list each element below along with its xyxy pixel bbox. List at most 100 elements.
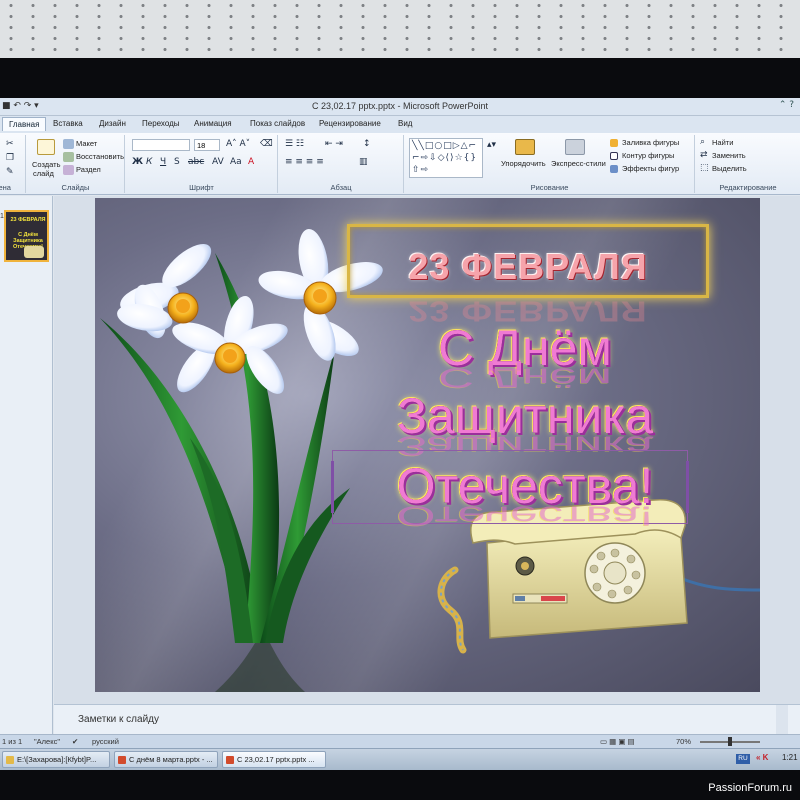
status-bar: 1 из 1 "Алекс" ✔ русский ▭ ▦ ▣ ▤ 70% — [0, 734, 800, 748]
greeting-line-3-reflection: Отечества! — [396, 500, 654, 532]
font-name-field[interactable] — [132, 139, 190, 151]
notes-placeholder: Заметки к слайду — [78, 714, 159, 725]
section-button[interactable]: Раздел — [76, 165, 101, 174]
columns-icon[interactable]: ▥ — [359, 157, 368, 167]
spacing-icon[interactable]: AV — [212, 157, 224, 167]
tab-insert[interactable]: Вставка — [53, 119, 83, 128]
tab-view[interactable]: Вид — [398, 119, 412, 128]
ribbon-tabs: Главная Вставка Дизайн Переходы Анимация… — [0, 116, 800, 133]
case-icon[interactable]: Aa — [230, 157, 242, 167]
find-icon: ⌕ — [700, 137, 706, 147]
clear-format-icon[interactable]: ⌫ — [260, 139, 273, 149]
notes-scrollbar[interactable] — [776, 705, 788, 735]
group-slides: Создать слайд Макет Восстановить Раздел … — [27, 135, 125, 193]
taskbar-item-label: E:\[Захарова]:[Кfybt]P... — [17, 755, 97, 764]
bullets-icon[interactable]: ☰ ☷ — [285, 139, 304, 149]
group-editing: ⌕ Найти ⇄ Заменить ⬚ Выделить Редактиров… — [696, 135, 800, 193]
layout-button[interactable]: Макет — [76, 139, 97, 148]
group-clipboard: ✂ ❐ ✎ Буфер обмена — [0, 135, 26, 193]
tab-transitions[interactable]: Переходы — [142, 119, 180, 128]
bold-icon[interactable]: Ж — [132, 157, 143, 167]
font-color-icon[interactable]: A — [248, 157, 254, 167]
powerpoint-icon — [226, 756, 234, 764]
copy-icon[interactable]: ❐ — [6, 153, 14, 163]
group-paragraph: ☰ ☷ ⇤ ⇥ ↕ ≡ ≡ ≡ ≡ ▥ Абзац — [279, 135, 404, 193]
find-button[interactable]: Найти — [712, 138, 733, 147]
gallery-scroll-icon[interactable]: ▴▾ — [487, 140, 496, 150]
slides-pane: 1 23 ФЕВРАЛЯ С Днём Защитника Отечества! — [0, 196, 53, 736]
font-size-field[interactable]: 18 — [194, 139, 220, 151]
tab-animation[interactable]: Анимация — [194, 119, 232, 128]
notes-pane[interactable]: Заметки к слайду — [54, 704, 800, 735]
layout-icon — [63, 139, 74, 149]
group-label-font: Шрифт — [189, 183, 214, 192]
underline-icon[interactable]: Ч — [160, 157, 166, 167]
align-icons[interactable]: ≡ ≡ ≡ ≡ — [285, 157, 324, 167]
status-zoom[interactable]: 70% — [676, 737, 691, 746]
resize-handle-left[interactable] — [331, 461, 334, 513]
new-slide-icon[interactable] — [37, 139, 55, 155]
view-buttons[interactable]: ▭ ▦ ▣ ▤ — [600, 737, 635, 746]
folder-icon — [6, 756, 14, 764]
arrange-button[interactable]: Упорядочить — [501, 159, 546, 168]
italic-icon[interactable]: К — [146, 157, 152, 167]
reset-button[interactable]: Восстановить — [76, 152, 124, 161]
tab-home[interactable]: Главная — [2, 117, 47, 131]
slide-canvas[interactable]: 23 ФЕВРАЛЯ 23 ФЕВРАЛЯ С Днём С Днём Защи… — [95, 198, 760, 692]
tab-slideshow[interactable]: Показ слайдов — [250, 119, 305, 128]
select-icon: ⬚ — [700, 163, 709, 173]
group-drawing: ╲╲□○□▷△⌐⌐⇨⇩◇⟨⟩☆{}⇧⇨ ▴▾ Упорядочить Экспр… — [405, 135, 695, 193]
group-label-editing: Редактирование — [719, 183, 777, 192]
effects-icon — [610, 165, 618, 173]
indent-icon[interactable]: ⇤ ⇥ — [325, 139, 343, 149]
status-slide-count: 1 из 1 — [2, 737, 23, 746]
title-bar: ■ ↶ ↷ ▾ С 23,02.17 pptx.pptx - Microsoft… — [0, 98, 800, 116]
grow-font-icon[interactable]: A˄ A˅ — [226, 139, 250, 149]
taskbar-item-label: С 23,02.17 pptx.pptx ... — [237, 755, 315, 764]
new-slide-label-2[interactable]: слайд — [33, 169, 54, 178]
group-label-clipboard: Буфер обмена — [0, 183, 11, 192]
format-painter-icon[interactable]: ✎ — [6, 167, 14, 177]
tray-icons[interactable]: « K — [756, 753, 768, 762]
replace-icon: ⇄ — [700, 150, 708, 160]
slide-thumbnail[interactable]: 23 ФЕВРАЛЯ С Днём Защитника Отечества! — [4, 210, 49, 262]
resize-handle-right[interactable] — [686, 461, 689, 513]
clock[interactable]: 1:21 — [782, 753, 798, 762]
powerpoint-icon — [118, 756, 126, 764]
group-font: 18 A˄ A˅ ⌫ Ж К Ч S abc AV Aa A Шрифт — [126, 135, 278, 193]
taskbar-item-feb23[interactable]: С 23,02.17 pptx.pptx ... — [222, 751, 326, 768]
taskbar-item-march8[interactable]: С днём 8 марта.pptx - ... — [114, 751, 218, 768]
spellcheck-icon[interactable]: ✔ — [72, 737, 78, 746]
zoom-slider-thumb[interactable] — [728, 737, 732, 746]
shadow-icon[interactable]: S — [174, 157, 180, 167]
ribbon: ✂ ❐ ✎ Буфер обмена Создать слайд Макет В… — [0, 133, 800, 195]
slide-date-text[interactable]: 23 ФЕВРАЛЯ — [347, 246, 709, 288]
line-spacing-icon[interactable]: ↕ — [363, 139, 371, 149]
strike-icon[interactable]: abc — [188, 157, 204, 167]
tab-review[interactable]: Рецензирование — [319, 119, 381, 128]
shape-effects-button[interactable]: Эффекты фигур — [622, 164, 679, 173]
status-language[interactable]: русский — [92, 737, 119, 746]
taskbar-item-label: С днём 8 марта.pptx - ... — [129, 755, 213, 764]
wall-background — [0, 0, 800, 58]
thumbnail-phone — [24, 246, 44, 258]
shapes-gallery[interactable]: ╲╲□○□▷△⌐⌐⇨⇩◇⟨⟩☆{}⇧⇨ — [409, 138, 483, 178]
thumbnail-line-1: 23 ФЕВРАЛЯ — [10, 217, 46, 223]
replace-button[interactable]: Заменить — [712, 151, 746, 160]
new-slide-label-1[interactable]: Создать — [32, 160, 61, 169]
tab-design[interactable]: Дизайн — [99, 119, 126, 128]
taskbar-item-explorer[interactable]: E:\[Захарова]:[Кfybt]P... — [2, 751, 110, 768]
reset-icon — [63, 152, 74, 162]
section-icon — [63, 165, 74, 175]
group-label-slides: Слайды — [61, 183, 90, 192]
window-title: С 23,02.17 pptx.pptx - Microsoft PowerPo… — [311, 101, 489, 111]
select-button[interactable]: Выделить — [712, 164, 747, 173]
cut-icon[interactable]: ✂ — [6, 139, 14, 149]
quick-styles-button[interactable]: Экспресс-стили — [551, 159, 606, 168]
status-theme: "Алекс" — [34, 737, 60, 746]
shape-outline-button[interactable]: Контур фигуры — [622, 151, 674, 160]
help-icon[interactable]: ⌃ ? — [779, 100, 794, 110]
shape-fill-button[interactable]: Заливка фигуры — [622, 138, 679, 147]
fill-icon — [610, 139, 618, 147]
language-indicator[interactable]: RU — [736, 754, 750, 764]
